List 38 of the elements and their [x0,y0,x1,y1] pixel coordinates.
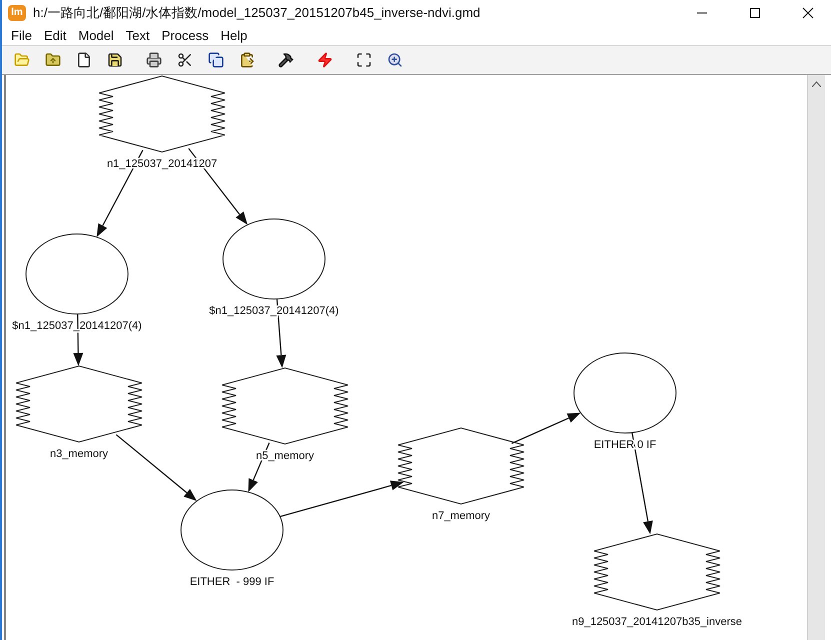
lightning-icon [316,52,332,68]
connector-arrow [511,412,581,444]
raster-node[interactable] [16,365,142,443]
new-page-icon [76,52,92,68]
save-icon [106,52,122,68]
function-node[interactable] [180,490,284,570]
zoom-icon [386,52,402,68]
function-node[interactable] [574,352,676,434]
folder-arrow-icon [44,52,60,68]
raster-node[interactable] [222,367,348,445]
node-label: n9_125037_20141207b35_inverse [572,616,742,628]
raster-node[interactable] [594,533,720,611]
menu-item[interactable]: Text [120,25,156,45]
menu-item[interactable]: Model [72,25,120,45]
node-label: EITHER - 999 IF [190,576,274,588]
open-folder-icon [14,52,30,68]
close-icon [802,6,814,18]
expand-icon [356,52,372,68]
scissors-icon [176,52,192,68]
function-node[interactable] [26,234,128,314]
menu-item[interactable]: Process [156,25,215,45]
app-icon: lm [8,4,26,20]
paste-icon [238,52,254,68]
window-title: h:/一路向北/鄱阳湖/水体指数/model_125037_20151207b45_inverse-ndvi.gmd [33,4,482,22]
maximize-icon [749,6,761,18]
menu-item[interactable]: Edit [38,25,72,45]
menu-item[interactable]: File [5,25,38,45]
printer-icon [146,52,162,68]
node-label: n7_memory [432,510,490,522]
scrollbar[interactable] [807,75,825,640]
function-node[interactable] [222,218,326,300]
menu-item[interactable]: Help [214,25,254,45]
node-label: n3_memory [50,448,108,460]
hammer-icon [278,52,294,68]
node-label: EITHER 0 IF [594,439,656,451]
copy-icon [208,52,224,68]
raster-node[interactable] [98,75,226,153]
raster-node[interactable] [398,427,524,505]
